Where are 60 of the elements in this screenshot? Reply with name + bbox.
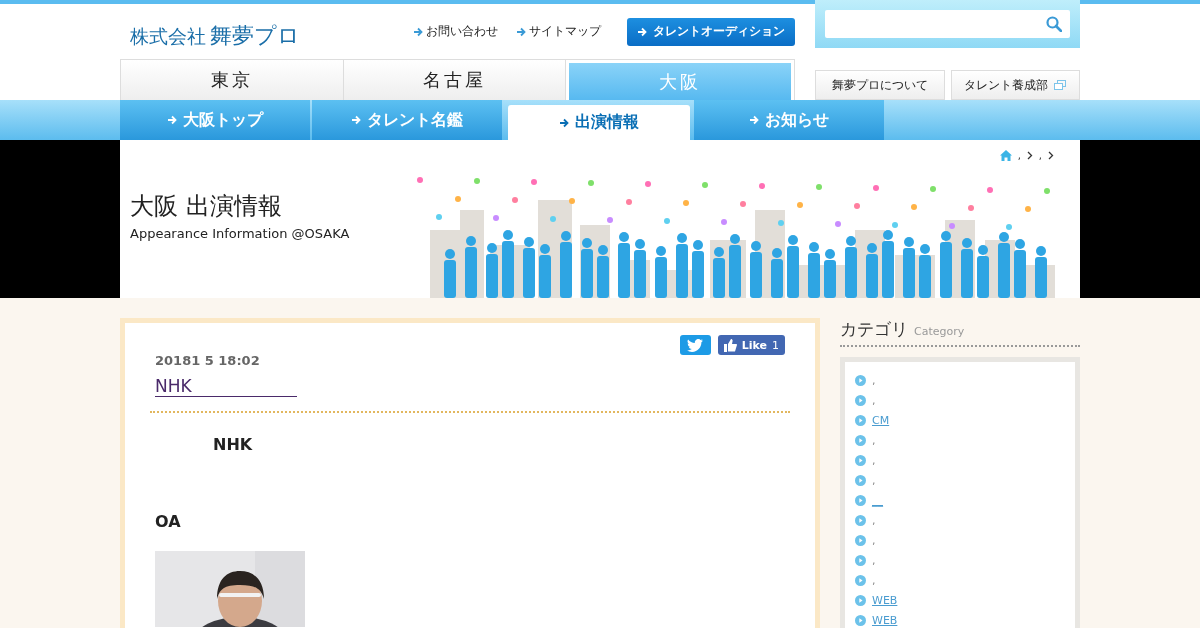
search-field[interactable] [825,10,1070,38]
category-link[interactable]: __ [872,493,883,507]
bird-icon [687,338,704,352]
post-date: 20181 5 18:02 [154,353,261,368]
play-bullet-icon [855,554,866,566]
category-label: , [872,453,876,467]
side-button[interactable]: 舞夢プロについて [815,70,945,100]
play-bullet-icon [855,374,866,386]
play-bullet-icon [855,454,866,466]
play-bullet-icon [855,514,866,526]
category-link[interactable]: CM [872,413,890,427]
category-label: , [872,373,876,387]
post-paragraph: NHK [212,435,254,454]
category-label: , [872,433,876,447]
arrow-icon [637,26,647,37]
header-link[interactable]: サイトマップ [516,23,601,41]
arrow-icon [749,115,759,125]
arrow-icon [167,115,177,125]
play-bullet-icon [855,494,866,506]
category-link[interactable]: WEB [872,613,898,627]
category-link[interactable]: WEB [872,593,898,607]
play-bullet-icon [855,574,866,586]
play-bullet-icon [855,414,866,426]
category-label: , [872,393,876,407]
side-button[interactable]: タレント養成部 [950,70,1080,100]
category-label: , [872,473,876,487]
page-subtitle: Appearance Information @OSAKA [130,226,351,241]
like-button[interactable]: Like 1 [717,335,785,355]
search-icon[interactable] [1046,16,1062,32]
breadcrumb-item[interactable]: , [1038,149,1042,161]
thumbs-up-icon [723,338,737,352]
category-label: , [872,573,876,587]
category-label: , [872,553,876,567]
arrow-icon [351,115,361,125]
post-title-link[interactable]: NHK [155,376,297,397]
play-bullet-icon [855,434,866,446]
sidebar-heading: カテゴリ [840,318,908,341]
play-bullet-icon [855,594,866,606]
home-icon[interactable] [999,149,1012,161]
company-logo[interactable]: 株式会社 舞夢プロ [130,12,300,51]
category-label: , [872,513,876,527]
category-label: , [872,533,876,547]
nav-tab[interactable]: 出演情報 [508,105,690,140]
header-link[interactable]: お問い合わせ [413,23,498,41]
arrow-icon [516,26,526,37]
chevron-icon [1026,150,1033,160]
audition-button[interactable]: タレントオーディション [627,17,795,46]
arrow-icon [413,26,423,37]
chevron-icon [1048,150,1054,160]
post-paragraph: OA [155,512,182,531]
play-bullet-icon [855,474,866,486]
sidebar-subheading: Category [914,325,965,338]
arrow-icon [559,117,569,128]
region-tab[interactable]: 名古屋 [343,60,567,100]
play-bullet-icon [855,534,866,546]
breadcrumb-item[interactable]: , [1017,149,1021,161]
region-tab[interactable]: 東京 [121,60,344,100]
page-title: 大阪 出演情報 [130,191,283,222]
twitter-button[interactable] [679,335,711,355]
play-bullet-icon [855,394,866,406]
